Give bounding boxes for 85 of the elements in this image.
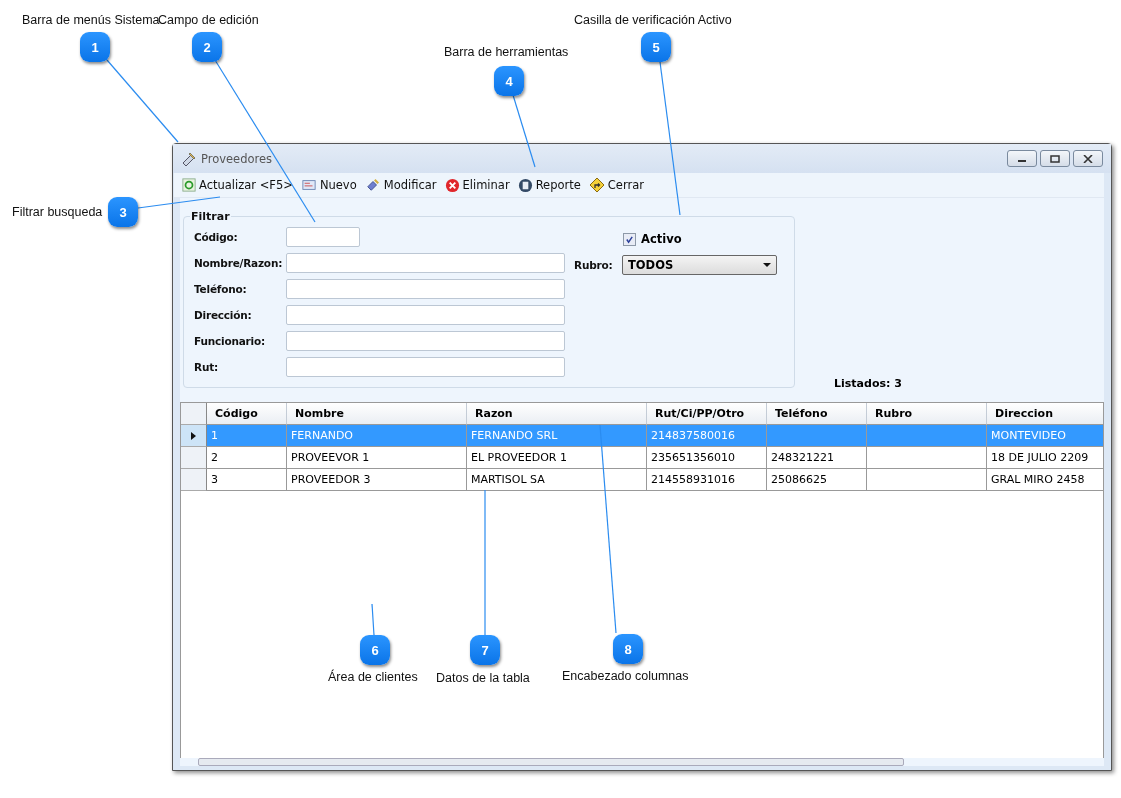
column-header[interactable]: Direccion <box>987 403 1103 425</box>
table-cell: 3 <box>207 469 287 491</box>
callout-label: Filtrar busqueda <box>12 205 103 219</box>
callout-badge: 8 <box>613 634 643 664</box>
table-cell: EL PROVEEDOR 1 <box>467 447 647 469</box>
table-cell: FERNANDO SRL <box>467 425 647 447</box>
toolbar-button[interactable]: Eliminar <box>442 177 512 193</box>
column-header[interactable]: Nombre <box>287 403 467 425</box>
callout-badge: 7 <box>470 635 500 665</box>
input-field[interactable] <box>286 279 565 299</box>
close-icon <box>1083 154 1093 163</box>
input-field[interactable] <box>286 253 565 273</box>
checkbox[interactable] <box>623 232 636 246</box>
minimize-button[interactable] <box>1007 150 1037 167</box>
table-cell: MONTEVIDEO <box>987 425 1103 447</box>
column-header[interactable]: Código <box>207 403 287 425</box>
table-row[interactable]: 3 PROVEEDOR 3 MARTISOL SA 214558931016 25086625 GRAL MIRO 2458 <box>181 469 1103 491</box>
callout-label: Encabezado columnas <box>562 669 689 683</box>
column-header[interactable]: Teléfono <box>767 403 867 425</box>
field-label: Dirección: <box>194 309 253 321</box>
toolbar-button[interactable]: Actualizar <F5> <box>180 178 295 192</box>
table-cell: PROVEEDOR 3 <box>287 469 467 491</box>
callout-label: Casilla de verificación Activo <box>574 13 732 27</box>
input-field[interactable] <box>286 331 565 351</box>
table-cell: 214558931016 <box>647 469 767 491</box>
callout-label: Barra de herramientas <box>444 45 569 59</box>
close-button[interactable] <box>1073 150 1103 167</box>
row-header <box>181 469 207 491</box>
delete-icon <box>444 177 460 193</box>
field-label: Rut: <box>194 361 219 373</box>
brush-icon <box>364 178 381 192</box>
callout-label: Datos de la tabla <box>436 671 530 685</box>
table-cell: 214837580016 <box>647 425 767 447</box>
callout-badge: 6 <box>360 635 390 665</box>
field-label: Teléfono: <box>194 283 248 295</box>
callout-label: Área de clientes <box>328 670 418 684</box>
table-cell: PROVEEVOR 1 <box>287 447 467 469</box>
maximize-icon <box>1050 154 1060 163</box>
refresh-icon <box>182 178 196 192</box>
callout-badge: 3 <box>108 197 138 227</box>
card-icon <box>300 178 317 192</box>
field-label: Funcionario: <box>194 335 266 347</box>
caret-icon <box>763 263 771 267</box>
table-row[interactable]: 2 PROVEEVOR 1 EL PROVEEDOR 1 235651356010 248321221 18 DE JULIO 2209 <box>181 447 1103 469</box>
table-cell: 25086625 <box>767 469 867 491</box>
table-cell: FERNANDO <box>287 425 467 447</box>
table-cell: 2 <box>207 447 287 469</box>
group-title: Filtrar <box>190 210 231 223</box>
table-cell: 248321221 <box>767 447 867 469</box>
callout-badge: 2 <box>192 32 222 62</box>
field-label: Nombre/Razon: <box>194 257 284 269</box>
column-header[interactable]: Rut/Ci/PP/Otro <box>647 403 767 425</box>
table-cell: GRAL MIRO 2458 <box>987 469 1103 491</box>
toolbar-button[interactable]: Cerrar <box>586 177 646 193</box>
toolbar-button[interactable]: Reporte <box>515 177 583 193</box>
table-cell: 18 DE JULIO 2209 <box>987 447 1103 469</box>
toolbar-button[interactable]: Nuevo <box>298 178 359 192</box>
window-title: Proveedores <box>201 151 273 166</box>
record-count: Listados: 3 <box>834 377 902 390</box>
callout-badge: 5 <box>641 32 671 62</box>
toolbar-button[interactable]: Modificar <box>362 178 439 192</box>
input-field[interactable] <box>286 227 360 247</box>
table-cell: MARTISOL SA <box>467 469 647 491</box>
exit-icon <box>588 177 605 193</box>
current-row-icon <box>191 431 196 440</box>
callout-label: Barra de menús Sistema <box>22 13 160 27</box>
input-field[interactable] <box>286 305 565 325</box>
maximize-button[interactable] <box>1040 150 1070 167</box>
field-label: Código: <box>194 231 239 243</box>
leader-line <box>371 603 375 636</box>
callout-badge: 4 <box>494 66 524 96</box>
callout-label: Campo de edición <box>158 13 259 27</box>
callout-badge: 1 <box>80 32 110 62</box>
clipboard-icon <box>517 177 533 193</box>
table-cell: 235651356010 <box>647 447 767 469</box>
dropdown[interactable]: TODOS <box>622 255 777 275</box>
row-header <box>181 447 207 469</box>
column-header[interactable]: Rubro <box>867 403 987 425</box>
table-cell: 1 <box>207 425 287 447</box>
checkbox-label: Activo <box>641 232 682 246</box>
column-header[interactable]: Razon <box>467 403 647 425</box>
horizontal-scrollbar[interactable] <box>198 758 904 766</box>
input-field[interactable] <box>286 357 565 377</box>
field-label: Rubro: <box>574 259 614 271</box>
pencil-ruler-icon <box>181 150 197 167</box>
